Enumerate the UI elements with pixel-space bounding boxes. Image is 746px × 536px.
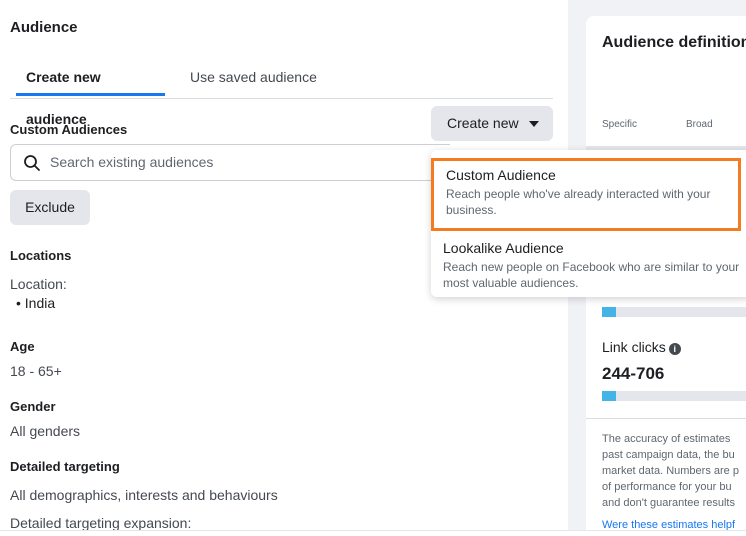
age-value: 18 - 65+ [10, 363, 62, 379]
gender-label: Gender [10, 399, 56, 414]
create-new-dropdown-menu: Custom Audience Reach people who've alre… [431, 150, 746, 297]
disclaimer-line: and don't guarantee results [602, 497, 735, 509]
location-prefix: Location: [10, 276, 67, 292]
disclaimer-line: market data. Numbers are p [602, 465, 739, 477]
search-placeholder: Search existing audiences [50, 154, 214, 170]
tab-use-saved-audience[interactable]: Use saved audience [178, 56, 317, 97]
menu-item-description: Reach new people on Facebook who are sim… [443, 260, 740, 290]
link-clicks-label: Link clicks i [602, 339, 681, 355]
menu-item-custom-audience[interactable]: Custom Audience Reach people who've alre… [431, 158, 741, 231]
info-icon[interactable]: i [668, 343, 681, 355]
audience-definition-title: Audience definition [602, 34, 746, 51]
search-icon [24, 155, 40, 171]
menu-item-lookalike-audience[interactable]: Lookalike Audience Reach new people on F… [431, 234, 746, 294]
link-clicks-text: Link clicks [602, 339, 666, 355]
tab-create-new-audience[interactable]: Create new audience [16, 56, 165, 127]
detailed-targeting-label: Detailed targeting [10, 459, 120, 474]
link-clicks-value: 244-706 [602, 364, 665, 383]
disclaimer-line: The accuracy of estimates [602, 433, 731, 445]
broad-label: Broad [686, 119, 713, 130]
estimate-disclaimer: The accuracy of estimates past campaign … [602, 431, 739, 511]
disclaimer-line: of performance for your bu [602, 481, 732, 493]
menu-item-description: Reach people who've already interacted w… [446, 187, 711, 217]
create-new-button[interactable]: Create new [431, 106, 553, 141]
detailed-expansion-label: Detailed targeting expansion: [10, 515, 192, 531]
gender-value: All genders [10, 423, 81, 439]
location-value: India [24, 295, 56, 311]
create-new-label: Create new [447, 115, 519, 131]
audience-tabs: Create new audience Use saved audience [10, 56, 553, 127]
custom-audiences-label: Custom Audiences [10, 122, 128, 137]
link-clicks-fill [602, 391, 616, 401]
specific-label: Specific [602, 119, 638, 130]
disclaimer-line: past campaign data, the bu [602, 449, 735, 461]
link-clicks-bar [602, 391, 746, 401]
age-label: Age [10, 339, 35, 354]
reach-estimate-fill [602, 307, 616, 317]
reach-estimate-bar [602, 307, 746, 317]
search-audiences-field[interactable]: Search existing audiences [10, 144, 450, 181]
page-bottom-edge [0, 530, 746, 536]
card-divider [586, 418, 746, 419]
locations-label: Locations [10, 248, 72, 263]
location-list-item: • India [16, 295, 56, 311]
exclude-button[interactable]: Exclude [10, 190, 90, 225]
detailed-targeting-value: All demographics, interests and behaviou… [10, 487, 278, 503]
caret-down-icon [529, 121, 539, 127]
section-title: Audience [10, 19, 78, 36]
menu-item-title: Lookalike Audience [443, 240, 564, 256]
menu-item-title: Custom Audience [446, 167, 556, 183]
